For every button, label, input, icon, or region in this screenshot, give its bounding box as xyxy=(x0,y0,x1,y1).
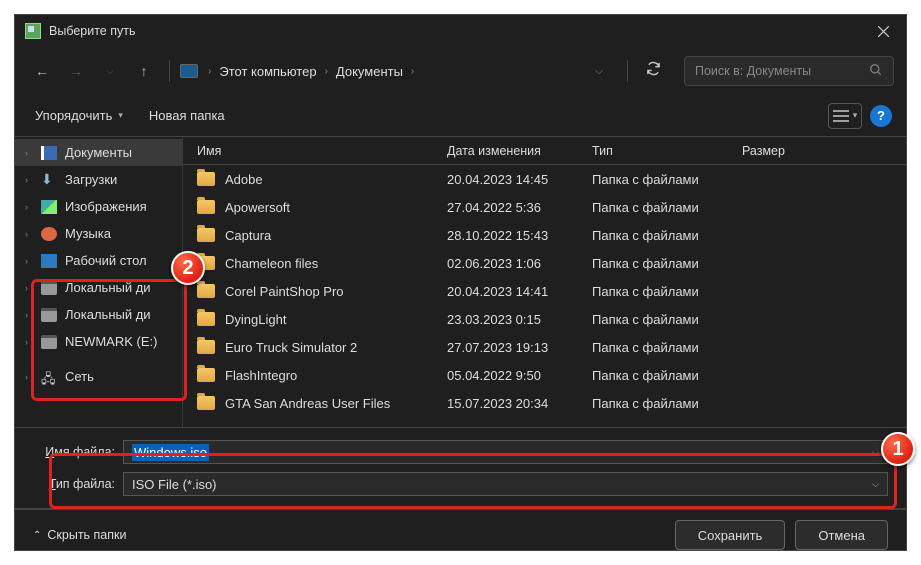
filename-input[interactable]: Windows.iso ⌵ xyxy=(123,440,888,464)
recent-dropdown[interactable]: ⌵ xyxy=(95,56,125,86)
nav-item[interactable]: ›Локальный ди xyxy=(15,274,182,301)
folder-row[interactable]: Apowersoft27.04.2022 5:36Папка с файлами xyxy=(183,193,906,221)
refresh-button[interactable] xyxy=(638,61,668,81)
filetype-select[interactable]: ISO File (*.iso) ⌵ xyxy=(123,472,888,496)
folder-row[interactable]: DyingLight23.03.2023 0:15Папка с файлами xyxy=(183,305,906,333)
col-size[interactable]: Размер xyxy=(742,144,906,158)
nav-item[interactable]: ›Музыка xyxy=(15,220,182,247)
nav-toolbar: ← → ⌵ ↑ ›Этот компьютер›Документы› ⌵ Пои… xyxy=(15,47,906,95)
crumb-pc[interactable]: Этот компьютер xyxy=(219,64,316,79)
callout-badge-2: 2 xyxy=(171,251,205,285)
chevron-down-icon[interactable]: ⌵ xyxy=(872,479,879,490)
close-button[interactable] xyxy=(860,15,906,47)
chevron-down-icon[interactable]: ⌵ xyxy=(872,447,879,458)
address-dropdown-icon[interactable]: ⌵ xyxy=(595,66,603,77)
file-list: Имя Дата изменения Тип Размер Adobe20.04… xyxy=(183,137,906,427)
hide-folders-link[interactable]: ⌃Скрыть папки xyxy=(33,528,126,542)
new-folder-button[interactable]: Новая папка xyxy=(143,104,231,127)
nav-item[interactable]: ›Документы xyxy=(15,139,182,166)
nav-tree[interactable]: ›Документы›⬇Загрузки›Изображения›Музыка›… xyxy=(15,137,183,427)
save-dialog: Выберите путь ← → ⌵ ↑ ›Этот компьютер›До… xyxy=(14,14,907,551)
folder-row[interactable]: Chameleon files02.06.2023 1:06Папка с фа… xyxy=(183,249,906,277)
col-type[interactable]: Тип xyxy=(592,144,742,158)
nav-item[interactable]: ›⬇Загрузки xyxy=(15,166,182,193)
cancel-button[interactable]: Отмена xyxy=(795,520,888,550)
dialog-footer: ⌃Скрыть папки Сохранить Отмена xyxy=(15,509,906,564)
search-icon xyxy=(869,63,883,80)
callout-badge-1: 1 xyxy=(881,432,915,466)
titlebar: Выберите путь xyxy=(15,15,906,47)
forward-button[interactable]: → xyxy=(61,56,91,86)
address-bar[interactable]: ›Этот компьютер›Документы› ⌵ xyxy=(180,64,617,79)
organize-menu[interactable]: Упорядочить▾ xyxy=(29,104,129,127)
folder-row[interactable]: GTA San Andreas User Files15.07.2023 20:… xyxy=(183,389,906,417)
nav-item-network[interactable]: ›🖧Сеть xyxy=(15,363,182,390)
back-button[interactable]: ← xyxy=(27,56,57,86)
folder-row[interactable]: Captura28.10.2022 15:43Папка с файлами xyxy=(183,221,906,249)
save-button[interactable]: Сохранить xyxy=(675,520,786,550)
window-title: Выберите путь xyxy=(49,24,136,38)
nav-item[interactable]: ›NEWMARK (E:) xyxy=(15,328,182,355)
command-bar: Упорядочить▾ Новая папка ▾ ? xyxy=(15,95,906,137)
folder-row[interactable]: Adobe20.04.2023 14:45Папка с файлами xyxy=(183,165,906,193)
col-date[interactable]: Дата изменения xyxy=(447,144,592,158)
view-button[interactable]: ▾ xyxy=(828,103,862,129)
folder-row[interactable]: Corel PaintShop Pro20.04.2023 14:41Папка… xyxy=(183,277,906,305)
nav-item[interactable]: ›Изображения xyxy=(15,193,182,220)
folder-row[interactable]: FlashIntegro05.04.2022 9:50Папка с файла… xyxy=(183,361,906,389)
up-button[interactable]: ↑ xyxy=(129,56,159,86)
pc-icon xyxy=(180,64,198,78)
filename-label: Имя файла: xyxy=(33,445,115,459)
folder-row[interactable]: Euro Truck Simulator 227.07.2023 19:13Па… xyxy=(183,333,906,361)
filename-form: Имя файла: Windows.iso ⌵ Тип файла: ISO … xyxy=(15,428,906,508)
filetype-label: Тип файла: xyxy=(33,477,115,491)
rows-container: Adobe20.04.2023 14:45Папка с файламиApow… xyxy=(183,165,906,427)
crumb-docs[interactable]: Документы xyxy=(336,64,403,79)
help-button[interactable]: ? xyxy=(870,105,892,127)
nav-item[interactable]: ›Локальный ди xyxy=(15,301,182,328)
column-headers[interactable]: Имя Дата изменения Тип Размер xyxy=(183,137,906,165)
search-input[interactable]: Поиск в: Документы xyxy=(684,56,894,86)
nav-item[interactable]: ›Рабочий стол xyxy=(15,247,182,274)
col-name[interactable]: Имя xyxy=(197,144,447,158)
app-icon xyxy=(25,23,41,39)
